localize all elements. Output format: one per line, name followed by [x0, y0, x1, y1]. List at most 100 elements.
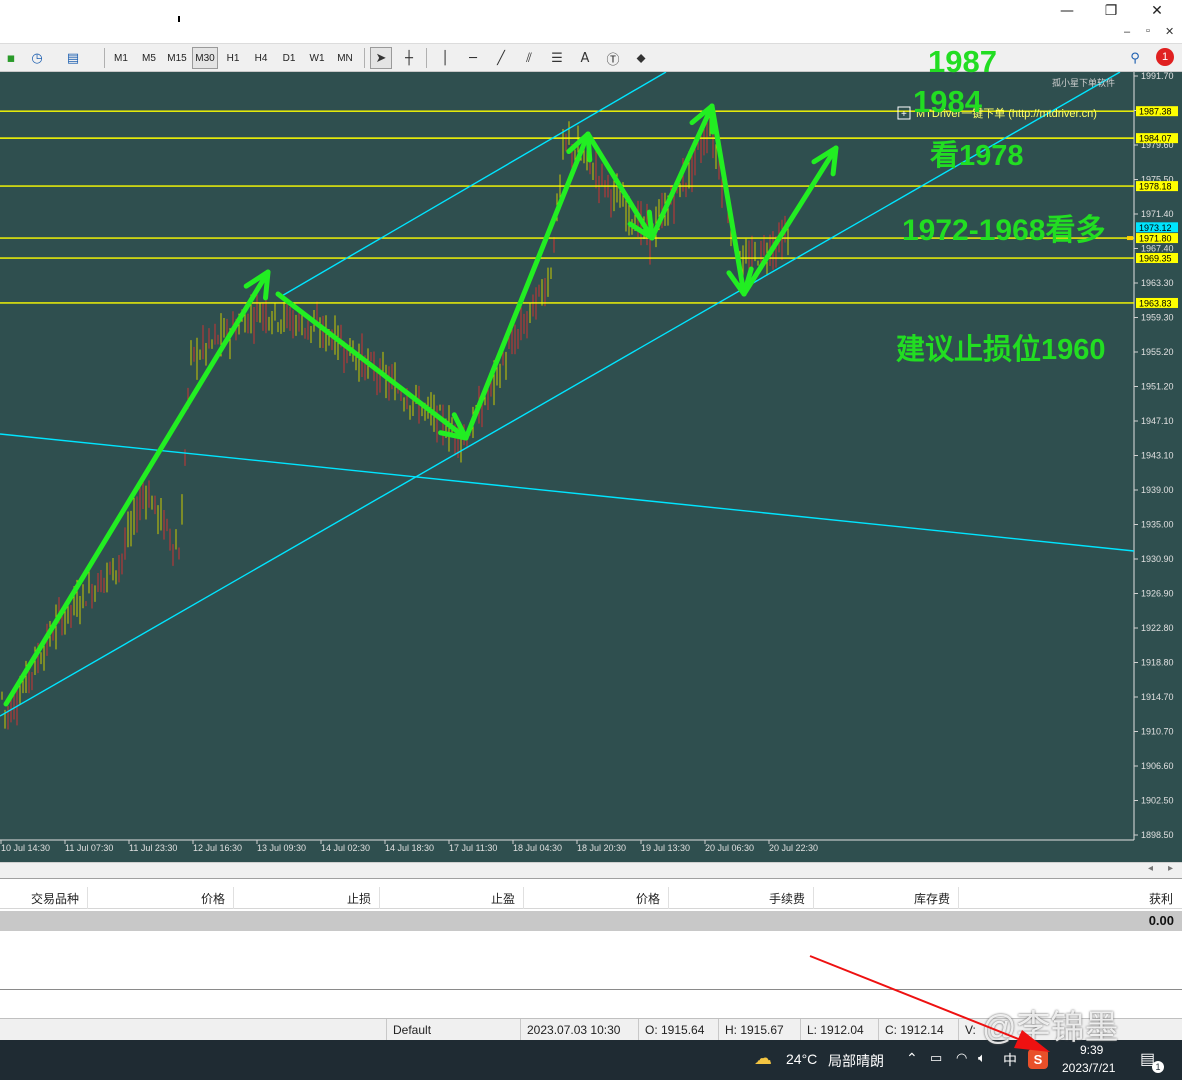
notification-count: 1 [1152, 1061, 1164, 1073]
notification-badge[interactable]: 1 [1156, 48, 1174, 66]
vertical-line-icon[interactable]: │ [434, 47, 456, 69]
time-tick-label: 20 Jul 06:30 [705, 843, 754, 853]
price-tick-label: 1918.80 [1141, 658, 1174, 668]
red-pointer-arrow [809, 955, 1050, 1052]
price-tick-label: 1971.40 [1141, 209, 1174, 219]
price-tick-label: 1902.50 [1141, 796, 1174, 806]
ea-label: 孤小星下单软件 [1052, 77, 1115, 88]
menu-row: – ▫ ✕ [0, 22, 1182, 44]
col-stoploss[interactable]: 止损 [234, 887, 380, 909]
price-tick-label: 1955.20 [1141, 347, 1174, 357]
col-profit[interactable]: 获利 [959, 887, 1181, 909]
time-tick-label: 20 Jul 22:30 [769, 843, 818, 853]
time-tick-label: 11 Jul 07:30 [65, 843, 113, 853]
weather-icon[interactable]: ☁ [754, 1048, 772, 1069]
level-price-label: 1963.83 [1139, 298, 1172, 308]
trendline-icon[interactable]: ╱ [490, 47, 512, 69]
indicator-icon[interactable]: ▪ [0, 47, 22, 69]
search-icon[interactable]: ⚲ [1124, 47, 1146, 69]
time-tick-label: 11 Jul 23:30 [129, 843, 177, 853]
minimize-button[interactable]: — [1044, 0, 1090, 22]
annotation-target-1978: 看1978 [930, 140, 1024, 172]
restore-button[interactable]: ❐ [1088, 0, 1134, 22]
time-tick-label: 14 Jul 18:30 [385, 843, 434, 853]
price-tick-label: 1910.70 [1141, 727, 1174, 737]
terminal-header: 交易品种 价格 止损 止盈 价格 手续费 库存费 获利 [0, 887, 1182, 909]
level-price-label: 1969.35 [1139, 254, 1172, 264]
price-tick-label: 1959.30 [1141, 313, 1174, 323]
col-swap[interactable]: 库存费 [814, 887, 959, 909]
svg-text:+: + [901, 109, 907, 120]
fibonacci-icon[interactable]: ☰ [546, 47, 568, 69]
child-restore-button[interactable]: ▫ [1146, 25, 1150, 37]
crosshair-icon[interactable]: ┼ [398, 47, 420, 69]
price-tick-label: 1926.90 [1141, 589, 1174, 599]
col-price[interactable]: 价格 [88, 887, 234, 909]
price-tick-label: 1939.00 [1141, 485, 1174, 495]
price-tick-label: 1951.20 [1141, 382, 1174, 392]
cursor-icon[interactable]: ➤ [370, 47, 392, 69]
close-button[interactable]: ✕ [1134, 0, 1180, 22]
timeframe-m5[interactable]: M5 [136, 47, 162, 69]
price-tick-label: 1906.60 [1141, 761, 1174, 771]
col-commission[interactable]: 手续费 [669, 887, 814, 909]
child-minimize-button[interactable]: – [1124, 26, 1130, 38]
level-price-label: 1987.38 [1139, 107, 1172, 117]
channel-icon[interactable]: ⫽ [518, 47, 540, 69]
annotation-stop-loss: 建议止损位1960 [896, 334, 1106, 366]
horizontal-line-icon[interactable]: ─ [462, 47, 484, 69]
template-icon[interactable]: ▤ [62, 47, 84, 69]
total-profit: 0.00 [1148, 913, 1174, 928]
current-price-label: 1973.12 [1139, 223, 1172, 233]
annotation-1987: 1987 [928, 44, 997, 79]
timeframe-d1[interactable]: D1 [276, 47, 302, 69]
timeframe-m30[interactable]: M30 [192, 47, 218, 69]
scroll-right-icon[interactable]: ▸ [1168, 863, 1173, 874]
timeframe-h4[interactable]: H4 [248, 47, 274, 69]
scroll-left-icon[interactable]: ◂ [1148, 863, 1153, 874]
bar-datetime: 2023.07.03 10:30 [520, 1019, 638, 1041]
col-symbol[interactable]: 交易品种 [0, 887, 88, 909]
balance-row[interactable]: 0.00 [0, 911, 1182, 931]
child-close-button[interactable]: ✕ [1165, 25, 1174, 38]
bar-high: H: 1915.67 [718, 1019, 800, 1041]
price-tick-label: 1947.10 [1141, 416, 1174, 426]
timeframe-h1[interactable]: H1 [220, 47, 246, 69]
time-tick-label: 18 Jul 20:30 [577, 843, 626, 853]
level-price-label: 1984.07 [1139, 134, 1172, 144]
price-chart[interactable]: 1991.701983.451979.601975.501971.401967.… [0, 72, 1182, 862]
toolbar-separator [104, 48, 105, 68]
time-tick-label: 17 Jul 11:30 [449, 843, 497, 853]
price-tick-label: 1935.00 [1141, 520, 1174, 530]
text-label-icon[interactable]: Ⓣ [602, 47, 624, 69]
price-tick-label: 1943.10 [1141, 451, 1174, 461]
chart-scrollbar[interactable]: ◂ ▸ [0, 862, 1182, 878]
time-tick-label: 18 Jul 04:30 [513, 843, 562, 853]
shapes-icon[interactable]: ⬥ [630, 47, 652, 69]
timeframe-w1[interactable]: W1 [304, 47, 330, 69]
price-tick-label: 1914.70 [1141, 692, 1174, 702]
text-icon[interactable]: A [574, 47, 596, 69]
level-price-label: 1971.80 [1139, 234, 1172, 244]
price-tick-label: 1967.40 [1141, 244, 1174, 254]
col-current-price[interactable]: 价格 [524, 887, 669, 909]
time-tick-label: 10 Jul 14:30 [1, 843, 50, 853]
time-tick-label: 14 Jul 02:30 [321, 843, 370, 853]
price-tick-label: 1991.70 [1141, 72, 1174, 81]
timeframe-mn[interactable]: MN [332, 47, 358, 69]
toolbar-separator [426, 48, 427, 68]
level-price-label: 1978.18 [1139, 182, 1172, 192]
toolbar-separator [364, 48, 365, 68]
bar-open: O: 1915.64 [638, 1019, 718, 1041]
timeframe-m15[interactable]: M15 [164, 47, 190, 69]
annotation-buy-zone: 1972-1968看多 [902, 214, 1106, 247]
time-tick-label: 19 Jul 13:30 [641, 843, 690, 853]
price-marker [1127, 236, 1133, 241]
price-tick-label: 1922.80 [1141, 623, 1174, 633]
annotation-1984: 1984 [913, 84, 982, 119]
price-tick-label: 1963.30 [1141, 278, 1174, 288]
timeframe-m1[interactable]: M1 [108, 47, 134, 69]
col-takeprofit[interactable]: 止盈 [380, 887, 524, 909]
clock-icon[interactable]: ◷ [26, 47, 48, 69]
profile-name[interactable]: Default [386, 1019, 520, 1041]
